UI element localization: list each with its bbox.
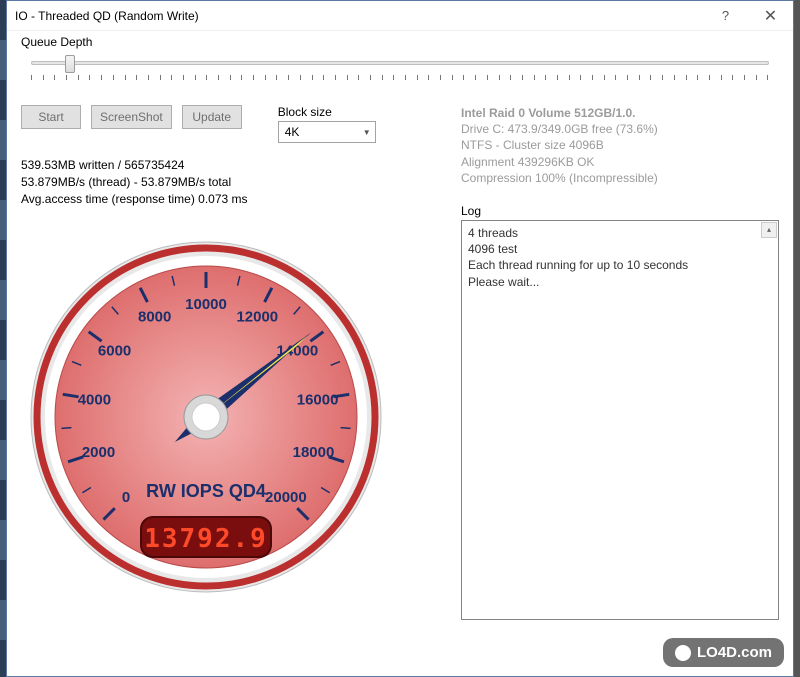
block-size-select[interactable]: 4K ▼	[278, 121, 376, 143]
drive-info: Intel Raid 0 Volume 512GB/1.0. Drive C: …	[461, 105, 779, 186]
log-line: Each thread running for up to 10 seconds	[468, 257, 772, 273]
stats-written: 539.53MB written / 565735424	[21, 157, 421, 174]
log-line: Please wait...	[468, 274, 772, 290]
svg-text:13792.9: 13792.9	[144, 524, 268, 554]
screenshot-button[interactable]: ScreenShot	[91, 105, 172, 129]
stats-throughput: 53.879MB/s (thread) - 53.879MB/s total	[21, 174, 421, 191]
main-window: IO - Threaded QD (Random Write) ? ✕ Queu…	[6, 0, 794, 677]
svg-text:2000: 2000	[82, 444, 115, 461]
block-size-value: 4K	[285, 125, 300, 139]
svg-text:12000: 12000	[236, 309, 278, 326]
chevron-down-icon: ▼	[363, 128, 371, 137]
drive-comp: Compression 100% (Incompressible)	[461, 170, 779, 186]
log-line: 4 threads	[468, 225, 772, 241]
scroll-up-icon[interactable]: ▴	[761, 222, 777, 238]
button-row: Start ScreenShot Update Block size 4K ▼	[21, 105, 421, 143]
help-button[interactable]: ?	[703, 1, 748, 31]
block-size-group: Block size 4K ▼	[278, 105, 376, 143]
queue-depth-slider[interactable]	[21, 51, 779, 87]
watermark-text: LO4D.com	[697, 644, 772, 661]
svg-text:0: 0	[122, 489, 130, 506]
content-area: Queue Depth Start ScreenShot Update Bloc…	[7, 31, 793, 630]
svg-text:18000: 18000	[293, 444, 335, 461]
log-line: 4096 test	[468, 241, 772, 257]
start-button[interactable]: Start	[21, 105, 81, 129]
close-button[interactable]: ✕	[748, 1, 793, 31]
queue-depth-label: Queue Depth	[21, 35, 779, 49]
log-label: Log	[461, 204, 779, 218]
block-size-label: Block size	[278, 105, 376, 119]
svg-text:6000: 6000	[98, 343, 131, 360]
log-output[interactable]: ▴ 4 threads4096 testEach thread running …	[461, 220, 779, 620]
svg-text:20000: 20000	[265, 489, 307, 506]
svg-text:10000: 10000	[185, 296, 227, 313]
slider-thumb[interactable]	[65, 55, 75, 73]
svg-text:8000: 8000	[138, 309, 171, 326]
drive-free: Drive C: 473.9/349.0GB free (73.6%)	[461, 121, 779, 137]
svg-text:RW IOPS QD4: RW IOPS QD4	[146, 481, 266, 501]
stats-block: 539.53MB written / 565735424 53.879MB/s …	[21, 157, 421, 207]
drive-name: Intel Raid 0 Volume 512GB/1.0.	[461, 105, 779, 121]
drive-fs: NTFS - Cluster size 4096B	[461, 137, 779, 153]
svg-text:4000: 4000	[78, 392, 111, 409]
bulb-icon	[675, 645, 691, 661]
window-title: IO - Threaded QD (Random Write)	[15, 9, 703, 23]
drive-align: Alignment 439296KB OK	[461, 154, 779, 170]
update-button[interactable]: Update	[182, 105, 242, 129]
titlebar: IO - Threaded QD (Random Write) ? ✕	[7, 1, 793, 31]
stats-access-time: Avg.access time (response time) 0.073 ms	[21, 191, 421, 208]
slider-track	[31, 61, 769, 65]
watermark: LO4D.com	[663, 638, 784, 667]
slider-ticks	[31, 75, 769, 81]
iops-gauge: 0200040006000800010000120001400016000180…	[21, 217, 391, 617]
svg-text:16000: 16000	[297, 392, 339, 409]
